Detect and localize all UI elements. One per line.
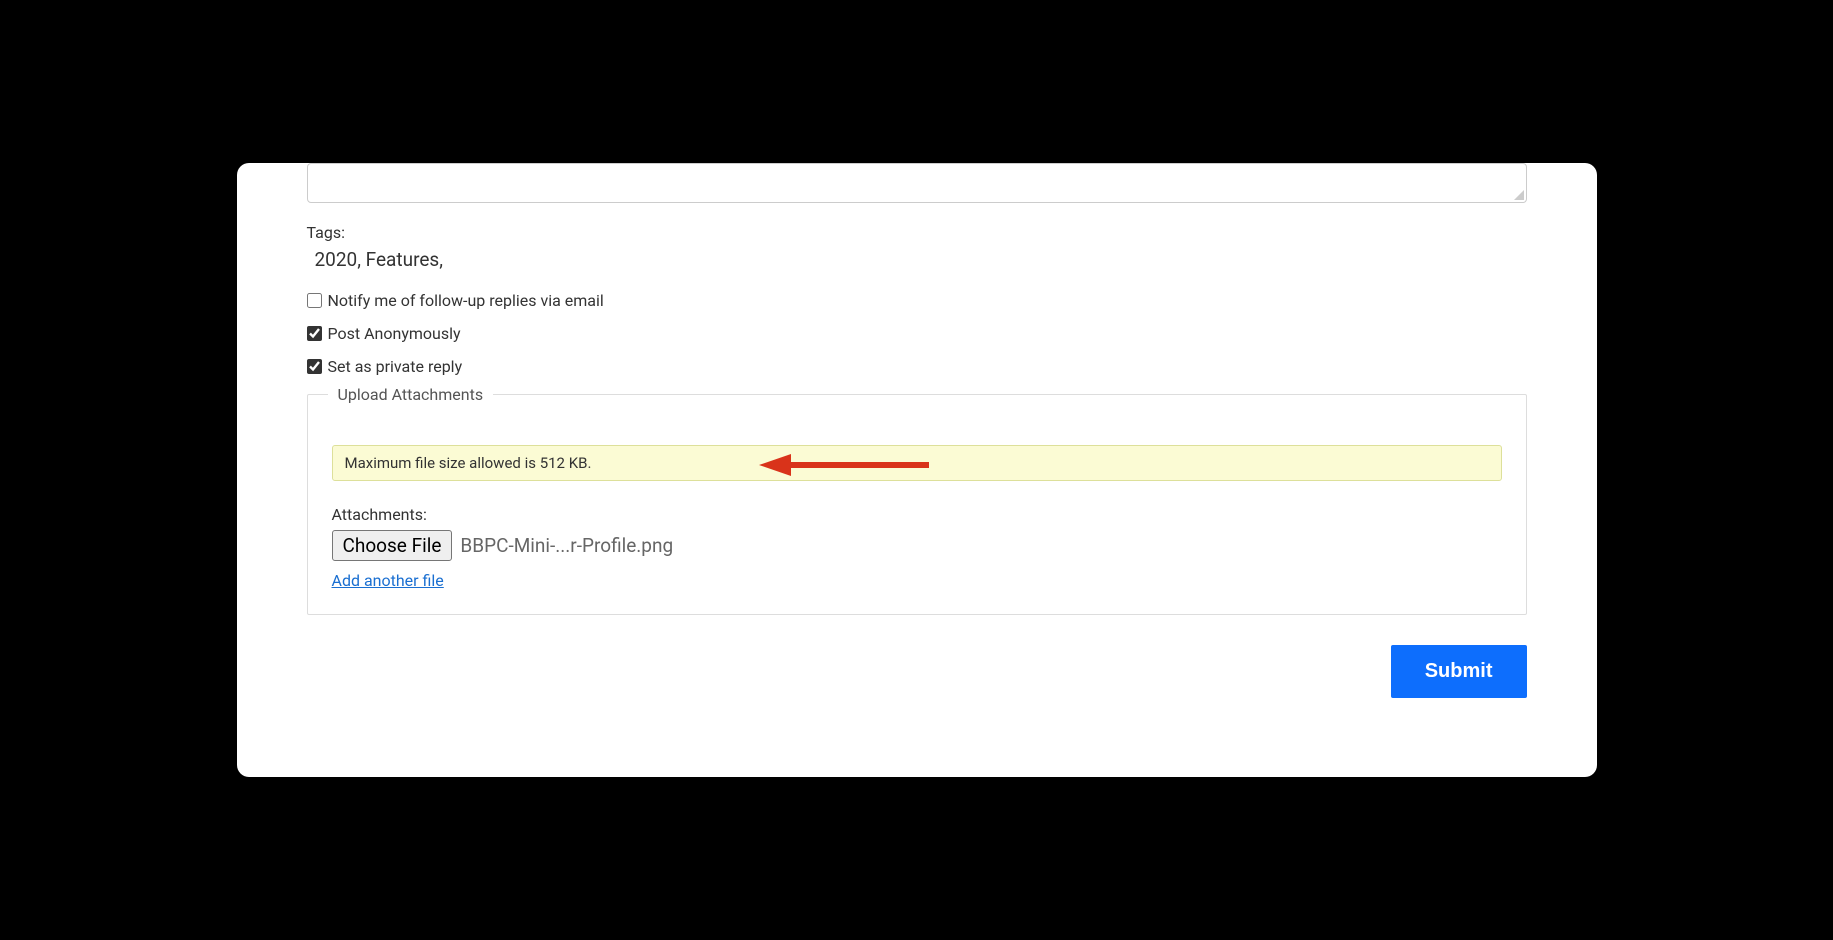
notify-checkbox-row: Notify me of follow-up replies via email [307, 291, 1527, 310]
anonymous-checkbox-row: Post Anonymously [307, 324, 1527, 343]
file-input-row: Choose File BBPC-Mini-...r-Profile.png [332, 530, 1502, 561]
tags-label: Tags: [307, 223, 1527, 242]
private-checkbox-label[interactable]: Set as private reply [328, 357, 463, 376]
upload-fieldset: Upload Attachments Maximum file size all… [307, 394, 1527, 615]
form-panel: Tags: 2020, Features, Notify me of follo… [237, 163, 1597, 777]
private-checkbox[interactable] [307, 359, 322, 374]
add-another-file-link[interactable]: Add another file [332, 571, 444, 590]
private-checkbox-row: Set as private reply [307, 357, 1527, 376]
choose-file-button[interactable]: Choose File [332, 530, 453, 561]
anonymous-checkbox-label[interactable]: Post Anonymously [328, 324, 461, 343]
resize-handle-icon[interactable] [1512, 188, 1524, 200]
upload-legend: Upload Attachments [328, 385, 494, 404]
submit-button[interactable]: Submit [1391, 645, 1527, 698]
notify-checkbox-label[interactable]: Notify me of follow-up replies via email [328, 291, 604, 310]
file-size-notice-text: Maximum file size allowed is 512 KB. [345, 454, 592, 472]
arrow-annotation-icon [759, 452, 929, 478]
attachments-label: Attachments: [332, 505, 1502, 524]
selected-file-name: BBPC-Mini-...r-Profile.png [460, 534, 673, 557]
notify-checkbox[interactable] [307, 293, 322, 308]
message-textarea[interactable] [307, 163, 1527, 203]
tags-input[interactable]: 2020, Features, [307, 248, 1527, 271]
submit-row: Submit [307, 645, 1527, 698]
file-size-notice: Maximum file size allowed is 512 KB. [332, 445, 1502, 481]
anonymous-checkbox[interactable] [307, 326, 322, 341]
